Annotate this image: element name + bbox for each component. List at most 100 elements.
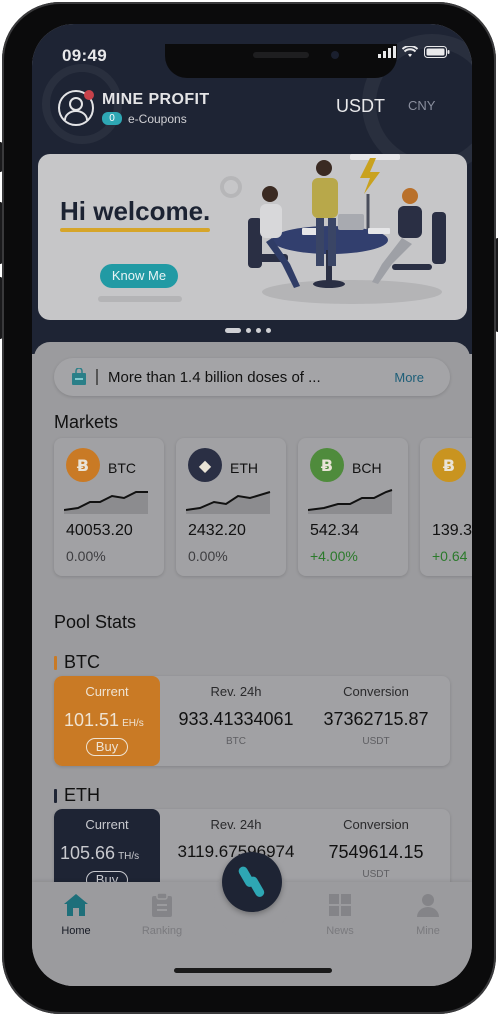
market-symbol: ETH — [230, 460, 258, 476]
app-logo-icon — [238, 866, 265, 897]
rev-24h-col: Rev. 24h 933.41334061 BTC — [166, 684, 306, 747]
pool-card-btc[interactable]: Current 101.51 EH/s Buy Rev. 24h 933.4133… — [54, 676, 450, 766]
current-hashrate-box: Current 101.51 EH/s Buy — [54, 676, 160, 766]
svg-text:Ƀ: Ƀ — [321, 456, 333, 475]
market-card[interactable]: Ƀ BTC 40053.20 0.00% — [54, 438, 164, 576]
volume-up-button — [0, 202, 2, 264]
tab-ranking[interactable]: Ranking — [132, 892, 192, 937]
current-value-number: 105.66 — [60, 843, 116, 863]
banner-pagination[interactable] — [225, 328, 271, 333]
pool-coin-btc: BTC — [64, 652, 100, 672]
decor-circle — [220, 176, 242, 198]
eth-accent-bar — [54, 789, 57, 803]
tab-home-label: Home — [61, 925, 91, 937]
notice-bar[interactable]: More than 1.4 billion doses of ... More — [54, 358, 450, 396]
current-unit: TH/s — [118, 851, 140, 862]
tab-news[interactable]: News — [310, 892, 370, 937]
silent-switch — [0, 142, 2, 172]
team-meeting-illustration — [248, 154, 446, 304]
phone-frame: 09:49 MINE PROFIT 0 e-Coupons USDT CNY H… — [0, 2, 498, 1014]
market-change: +4.00% — [310, 548, 358, 564]
profile-name: MINE PROFIT — [102, 90, 210, 108]
rev-unit: BTC — [226, 736, 246, 747]
volume-down-button — [0, 277, 2, 339]
rev-label: Rev. 24h — [210, 817, 262, 832]
market-card[interactable]: ◆ ETH 2432.20 0.00% — [176, 438, 286, 576]
page-dot[interactable] — [246, 328, 251, 333]
rev-label: Rev. 24h — [210, 684, 262, 699]
sparkline — [186, 491, 271, 514]
market-price: 2432.20 — [188, 522, 246, 539]
tab-news-label: News — [326, 925, 354, 937]
home-icon — [64, 894, 88, 916]
svg-text:Ƀ: Ƀ — [443, 456, 455, 475]
tab-home[interactable]: Home — [46, 892, 106, 937]
current-value: 101.51 EH/s — [64, 710, 144, 731]
clipboard-icon — [152, 892, 172, 917]
sparkline — [308, 489, 393, 514]
notice-more-link[interactable]: More — [394, 370, 424, 385]
coin-icon: ◆ — [188, 448, 222, 482]
wifi-icon — [402, 46, 418, 57]
market-price: 139.3 — [432, 522, 472, 539]
currency-usdt-tab[interactable]: USDT — [336, 96, 385, 117]
coin-icon: Ƀ — [310, 448, 344, 482]
coupon-row[interactable]: 0 e-Coupons — [102, 112, 210, 126]
coupon-label: e-Coupons — [128, 111, 187, 126]
current-value-number: 101.51 — [64, 710, 120, 730]
notice-text: More than 1.4 billion doses of ... — [108, 369, 321, 386]
page-dot-active[interactable] — [225, 328, 241, 333]
coin-icon: Ƀ — [66, 448, 100, 482]
market-card[interactable]: Ƀ 139.3 +0.64 — [420, 438, 472, 576]
markets-title: Markets — [54, 412, 119, 432]
market-symbol: BTC — [108, 460, 136, 476]
notification-dot — [84, 90, 94, 100]
battery-icon — [424, 46, 450, 58]
buy-button[interactable]: Buy — [86, 738, 128, 756]
status-time: 09:49 — [62, 46, 107, 65]
know-me-button[interactable]: Know Me — [100, 264, 178, 288]
market-change: 0.00% — [66, 548, 106, 564]
page-dot[interactable] — [256, 328, 261, 333]
current-unit: EH/s — [122, 718, 144, 729]
current-value: 105.66 TH/s — [60, 843, 139, 864]
conversion-value: 37362715.87 — [323, 709, 429, 729]
coin-icon: Ƀ — [432, 448, 466, 482]
welcome-banner[interactable]: Hi welcome. Know Me — [38, 154, 467, 320]
coupon-count-badge: 0 — [102, 112, 122, 125]
home-indicator[interactable] — [174, 968, 332, 973]
screen: 09:49 MINE PROFIT 0 e-Coupons USDT CNY H… — [32, 24, 472, 986]
mining-center-button[interactable] — [222, 852, 282, 912]
conversion-col: Conversion 37362715.87 USDT — [306, 684, 446, 747]
button-shadow — [98, 296, 182, 302]
conversion-unit: USDT — [362, 869, 390, 880]
grid-icon — [329, 894, 351, 916]
status-icons — [378, 46, 450, 58]
tab-mine[interactable]: Mine — [398, 892, 458, 937]
conversion-value: 7549614.15 — [328, 842, 424, 862]
market-price: 40053.20 — [66, 522, 133, 539]
current-label: Current — [85, 817, 129, 832]
currency-cny-tab[interactable]: CNY — [408, 98, 435, 113]
market-change: 0.00% — [188, 548, 228, 564]
pool-coin-eth: ETH — [64, 785, 100, 805]
rev-value: 933.41334061 — [178, 709, 294, 729]
conversion-col: Conversion 7549614.15 USDT — [306, 817, 446, 880]
sparkline — [64, 491, 148, 514]
conversion-label: Conversion — [343, 684, 409, 699]
avatar[interactable] — [58, 90, 94, 126]
person-icon — [417, 894, 439, 917]
page-dot[interactable] — [266, 328, 271, 333]
tab-ranking-label: Ranking — [141, 925, 183, 937]
conversion-unit: USDT — [362, 736, 390, 747]
tab-mine-label: Mine — [416, 925, 440, 937]
title-underline — [60, 228, 210, 232]
shopping-bag-icon — [72, 368, 86, 385]
current-label: Current — [85, 684, 129, 699]
pool-stats-title: Pool Stats — [54, 612, 137, 632]
separator — [96, 369, 98, 385]
profile-block[interactable]: MINE PROFIT 0 e-Coupons — [58, 90, 210, 126]
market-card[interactable]: Ƀ BCH 542.34 +4.00% — [298, 438, 408, 576]
banner-title: Hi welcome. — [60, 196, 211, 226]
market-change: +0.64 — [432, 548, 468, 564]
